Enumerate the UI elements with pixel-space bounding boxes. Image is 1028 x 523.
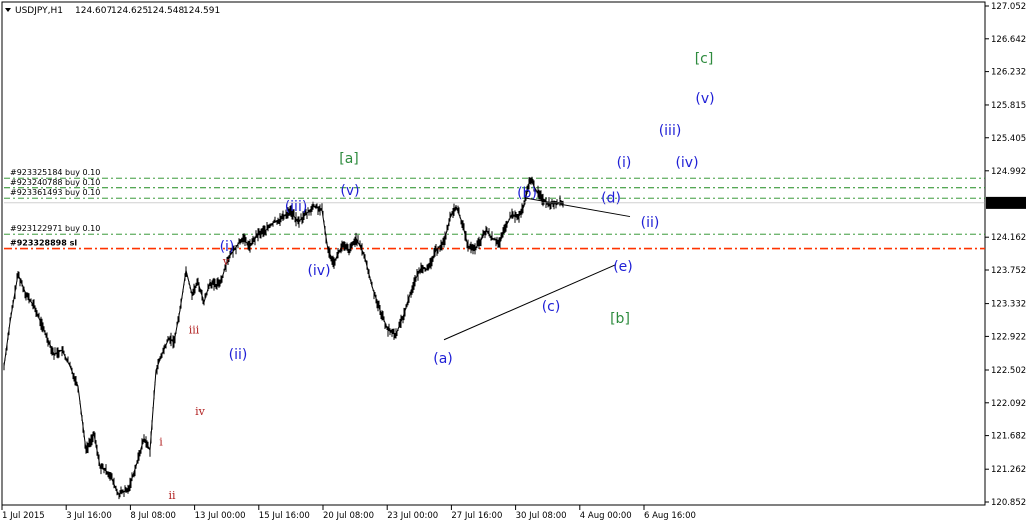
order-line-label: #923122971 buy 0.10 (10, 224, 100, 233)
plot-area (1, 1, 986, 506)
order-line-label: #923361493 buy 0.10 (10, 188, 100, 197)
x-tick-label: 13 Jul 00:00 (195, 511, 246, 521)
wave-label: (iv) (307, 263, 330, 279)
wave-label: [b] (610, 311, 630, 327)
wave-label: (b) (517, 186, 537, 202)
y-tick-label: 126.232 (991, 68, 1026, 78)
wave-label: (iv) (675, 155, 698, 171)
y-tick-label: 122.502 (991, 366, 1026, 376)
chart-header: USDJPY,H1 124.607 124.625 124.548 124.59… (5, 6, 220, 16)
y-tick-label: 120.852 (991, 498, 1026, 508)
wave-label: iii (189, 324, 200, 337)
y-tick-label: 121.682 (991, 432, 1026, 442)
wave-label: (e) (613, 259, 633, 275)
y-tick-label: 123.752 (991, 266, 1026, 276)
x-tick-label: 27 Jul 16:00 (451, 511, 502, 521)
wave-label: (i) (617, 155, 632, 171)
current-price-label: 124.591 (990, 199, 1025, 209)
wave-label: (v) (340, 183, 359, 199)
x-tick-label: 23 Jul 00:00 (387, 511, 438, 521)
x-tick-label: 20 Jul 08:00 (323, 511, 374, 521)
y-tick-label: 125.815 (991, 101, 1026, 111)
y-tick-label: 125.405 (991, 134, 1026, 144)
wave-label: [a] (339, 151, 359, 167)
x-axis: 1 Jul 2015 3 Jul 16:00 8 Jul 08:00 13 Jul 0… (1, 505, 696, 521)
wave-label: [c] (695, 51, 714, 67)
y-tick-label: 124.992 (991, 167, 1026, 177)
x-tick-label: 6 Aug 16:00 (644, 511, 696, 521)
ohlc-low: 124.548 (147, 6, 184, 16)
y-tick-label: 123.332 (991, 300, 1026, 310)
wave-label: (d) (601, 190, 621, 206)
ohlc-open: 124.607 (75, 6, 112, 16)
wave-label: (ii) (641, 215, 660, 231)
wave-label: (v) (695, 91, 714, 107)
wave-label: iv (195, 405, 206, 418)
wave-label: (iii) (659, 123, 682, 139)
wave-label: (iii) (285, 199, 308, 215)
wave-label: ii (168, 489, 176, 502)
wave-label: (c) (542, 299, 561, 315)
y-tick-label: 124.162 (991, 233, 1026, 243)
x-tick-label: 8 Jul 08:00 (130, 511, 176, 521)
wave-label: v (222, 255, 230, 268)
x-tick-label: 3 Jul 16:00 (66, 511, 112, 521)
y-tick-label: 127.052 (991, 2, 1026, 12)
order-line-label: #923328898 sl (10, 239, 77, 248)
price-chart: #923325184 buy 0.10#923240788 buy 0.10#9… (1, 1, 1026, 521)
order-line-label: #923325184 buy 0.10 (10, 168, 100, 177)
x-tick-label: 1 Jul 2015 (2, 511, 45, 521)
y-tick-label: 122.092 (991, 399, 1026, 409)
x-tick-label: 15 Jul 16:00 (259, 511, 310, 521)
wave-label: i (159, 436, 163, 449)
wave-label: (i) (220, 239, 235, 255)
x-tick-label: 30 Jul 08:00 (516, 511, 567, 521)
order-line-label: #923240788 buy 0.10 (10, 178, 100, 187)
chart-title: USDJPY,H1 (15, 6, 63, 16)
wave-label: (ii) (229, 347, 248, 363)
x-tick-label: 4 Aug 00:00 (580, 511, 632, 521)
wave-label: (a) (433, 351, 453, 367)
ohlc-high: 124.625 (111, 6, 148, 16)
y-tick-label: 122.922 (991, 332, 1026, 342)
y-tick-label: 121.262 (991, 465, 1026, 475)
ohlc-close: 124.591 (183, 6, 220, 16)
y-tick-label: 126.642 (991, 35, 1026, 45)
